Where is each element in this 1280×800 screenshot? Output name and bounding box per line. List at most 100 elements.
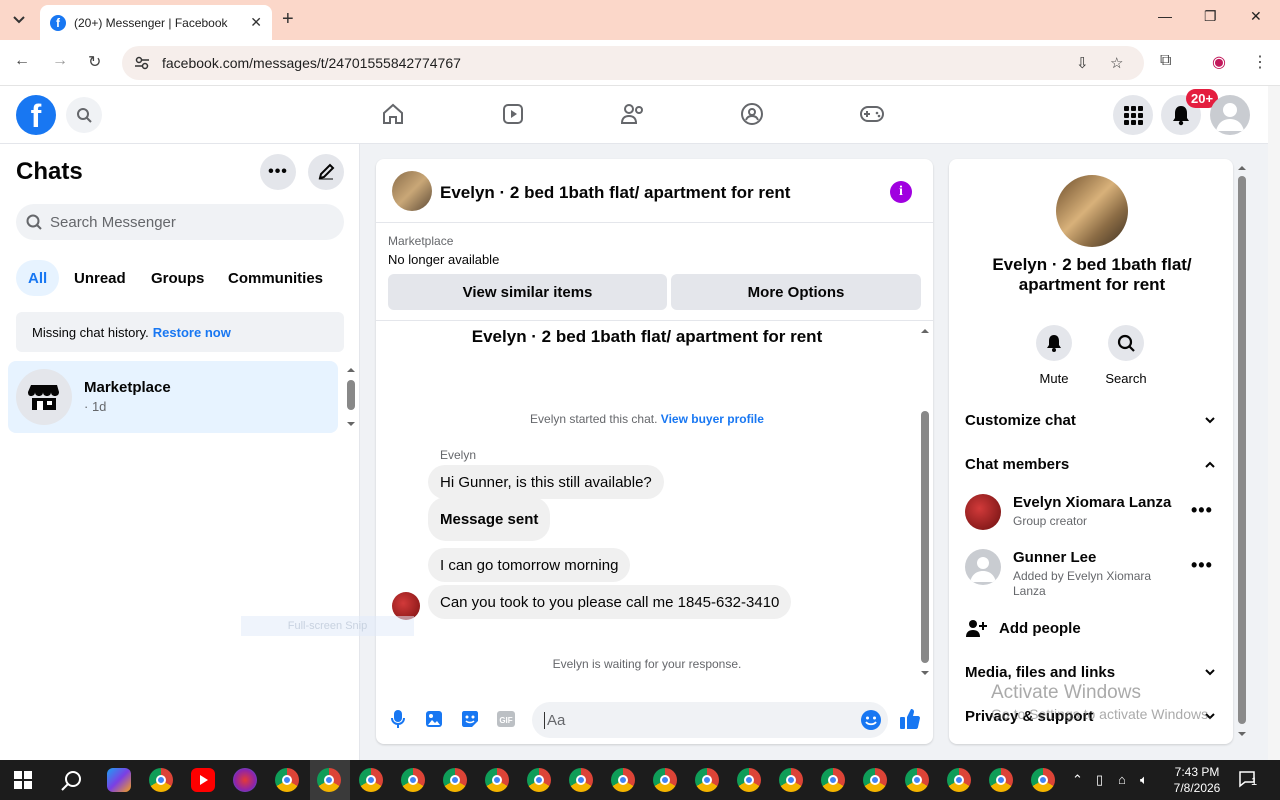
member-options-icon[interactable]: ••• [1191,500,1213,521]
chat-members-section[interactable]: Chat members [965,456,1215,473]
chrome-taskbar-icon[interactable] [653,768,677,792]
listing-avatar[interactable] [1056,175,1128,247]
message-input[interactable] [544,711,844,729]
minimize-icon[interactable]: — [1158,8,1172,24]
menu-grid-icon[interactable] [1113,95,1153,135]
gaming-icon[interactable] [858,100,886,128]
sticker-icon[interactable] [459,708,481,730]
app-icon[interactable] [233,768,257,792]
chrome-taskbar-icon[interactable] [611,768,635,792]
search-messenger-input[interactable] [50,213,330,231]
messenger-search[interactable] [16,204,344,240]
customize-chat-section[interactable]: Customize chat [965,412,1215,429]
filter-groups[interactable]: Groups [139,260,216,296]
chat-options-button[interactable]: ••• [260,154,296,190]
home-icon[interactable] [379,100,407,128]
chrome-taskbar-icon[interactable] [275,768,299,792]
install-app-icon[interactable]: ⇩ [1076,54,1089,72]
reload-icon[interactable]: ↻ [88,52,101,72]
filter-all[interactable]: All [16,260,60,296]
chrome-taskbar-icon[interactable] [695,768,719,792]
message-input-box[interactable] [532,702,888,738]
message-bubble[interactable]: Hi Gunner, is this still available? [428,465,664,499]
copilot-icon[interactable] [107,768,131,792]
profile-icon[interactable]: ◉ [1212,52,1226,72]
message-bubble[interactable]: Can you took to you please call me 1845-… [428,585,792,619]
restore-now-link[interactable]: Restore now [153,325,231,340]
info-icon[interactable]: i [890,181,912,203]
facebook-search-icon[interactable] [66,97,102,133]
like-thumbs-up-icon[interactable] [899,708,921,730]
notification-center-icon[interactable]: 1 [1238,770,1260,790]
member-row[interactable]: Evelyn Xiomara Lanza Group creator ••• [965,494,1215,544]
chat-list-scrollbar[interactable] [346,366,355,426]
conversation-scrollbar[interactable] [920,327,929,675]
browser-tab[interactable]: f (20+) Messenger | Facebook ✕ [40,5,272,40]
filter-unread[interactable]: Unread [62,260,138,296]
bookmark-star-icon[interactable]: ☆ [1110,54,1123,72]
friends-icon[interactable] [619,100,647,128]
chrome-taskbar-icon[interactable] [149,768,173,792]
gif-icon[interactable]: GIF [495,708,517,730]
chrome-taskbar-icon[interactable] [905,768,929,792]
close-tab-icon[interactable]: ✕ [250,14,262,31]
chrome-taskbar-icon[interactable] [737,768,761,792]
forward-icon[interactable]: → [52,52,68,70]
maximize-icon[interactable]: ❐ [1204,8,1217,25]
member-options-icon[interactable]: ••• [1191,555,1213,576]
attach-photo-icon[interactable] [423,708,445,730]
member-row[interactable]: Gunner Lee Added by Evelyn Xiomara Lanza… [965,549,1215,599]
chrome-taskbar-icon[interactable] [443,768,467,792]
chrome-taskbar-icon[interactable] [485,768,509,792]
mute-button[interactable]: Mute [1024,325,1084,386]
new-tab-icon[interactable]: + [282,8,294,31]
more-options-button[interactable]: More Options [671,274,921,310]
groups-icon[interactable] [738,100,766,128]
message-bubble[interactable]: I can go tomorrow morning [428,548,631,582]
add-people-button[interactable]: Add people [965,618,1081,638]
chrome-taskbar-icon[interactable] [863,768,887,792]
chrome-taskbar-icon[interactable] [821,768,845,792]
close-window-icon[interactable]: ✕ [1250,8,1262,25]
taskbar-search-icon[interactable] [61,770,83,792]
account-avatar[interactable] [1210,95,1250,135]
chrome-taskbar-icon[interactable] [401,768,425,792]
info-panel-scrollbar[interactable] [1236,162,1248,742]
address-bar[interactable]: facebook.com/messages/t/2470155584277476… [122,46,1144,80]
back-icon[interactable]: ← [14,52,30,70]
extensions-icon[interactable]: ⧉ [1160,52,1171,70]
chrome-taskbar-icon[interactable] [989,768,1013,792]
emoji-icon[interactable] [860,709,882,731]
message-bubble[interactable]: Message sent [428,497,551,541]
conversation-item-marketplace[interactable]: Marketplace · 1d [8,361,338,433]
chrome-taskbar-icon[interactable] [317,768,341,792]
tray-chevron-up-icon[interactable]: ⌃ [1072,772,1083,788]
new-message-button[interactable] [308,154,344,190]
chrome-taskbar-icon[interactable] [569,768,593,792]
browser-menu-icon[interactable]: ⋮ [1252,52,1268,72]
tray-device-icon[interactable]: ▯ [1096,772,1103,788]
view-buyer-profile-link[interactable]: View buyer profile [661,412,764,426]
windows-start-icon[interactable] [14,771,32,789]
volume-icon[interactable]: 🔈︎ [1140,772,1148,788]
chrome-taskbar-icon[interactable] [359,768,383,792]
media-files-links-section[interactable]: Media, files and links [965,664,1215,681]
search-conversation-button[interactable]: Search [1096,325,1156,386]
conversation-header-title[interactable]: Evelyn · 2 bed 1bath flat/ apartment for… [440,183,790,203]
video-icon[interactable] [499,100,527,128]
tab-search-dropdown-icon[interactable] [6,8,32,32]
taskbar-clock[interactable]: 7:43 PM 7/8/2026 [1162,764,1232,796]
voice-clip-icon[interactable] [387,708,409,730]
view-similar-items-button[interactable]: View similar items [388,274,667,310]
page-scrollbar[interactable] [1268,86,1280,760]
chrome-taskbar-icon[interactable] [527,768,551,792]
filter-communities[interactable]: Communities [216,260,335,296]
chrome-taskbar-icon[interactable] [1031,768,1055,792]
chrome-taskbar-icon[interactable] [779,768,803,792]
youtube-icon[interactable] [191,768,215,792]
chrome-taskbar-icon[interactable] [947,768,971,792]
site-settings-icon[interactable] [134,55,150,71]
facebook-logo-icon[interactable]: f [16,95,56,135]
network-icon[interactable]: ⌂ [1118,772,1126,787]
conversation-avatar[interactable] [392,171,432,211]
